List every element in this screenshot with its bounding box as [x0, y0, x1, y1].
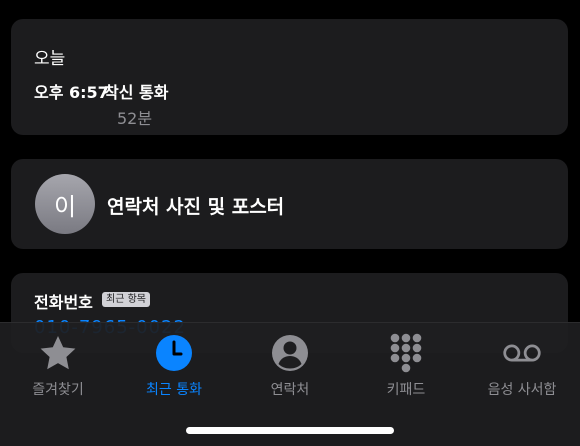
keypad-icon: [384, 331, 428, 375]
tab-label-recents: 최근 통화: [146, 382, 202, 398]
recent-badge: 최근 항목: [102, 292, 150, 307]
call-time: 오후 6:57: [34, 83, 109, 102]
tab-label-contacts: 연락처: [270, 382, 310, 398]
call-log-date-heading: 오늘: [34, 49, 66, 69]
avatar: 이: [35, 174, 95, 234]
contact-photo-poster-label: 연락처 사진 및 포스터: [107, 196, 285, 218]
tab-voicemail[interactable]: 음성 사서함: [464, 331, 580, 407]
home-indicator[interactable]: [186, 427, 394, 434]
phone-number-heading: 전화번호: [34, 293, 93, 312]
voicemail-icon: [500, 331, 544, 375]
tab-recents[interactable]: 최근 통화: [116, 331, 232, 407]
tab-label-voicemail: 음성 사서함: [487, 382, 557, 398]
call-type: 착신 통화: [104, 83, 169, 102]
tab-keypad[interactable]: 키패드: [348, 331, 464, 407]
call-duration: 52분: [117, 109, 153, 128]
tab-label-keypad: 키패드: [386, 382, 426, 398]
tab-label-favorites: 즐겨찾기: [32, 382, 84, 398]
star-icon: [36, 331, 80, 375]
person-circle-icon: [268, 331, 312, 375]
clock-icon: [152, 331, 196, 375]
tab-favorites[interactable]: 즐겨찾기: [0, 331, 116, 407]
call-log-card: 오늘 오후 6:57 착신 통화 52분: [11, 19, 568, 135]
avatar-initial: 이: [53, 192, 77, 221]
recent-call-detail-screen: 오늘 오후 6:57 착신 통화 52분 이 연락처 사진 및 포스터 전화번호…: [0, 0, 580, 446]
tab-contacts[interactable]: 연락처: [232, 331, 348, 407]
contact-photo-poster-row[interactable]: 이 연락처 사진 및 포스터: [11, 159, 568, 249]
